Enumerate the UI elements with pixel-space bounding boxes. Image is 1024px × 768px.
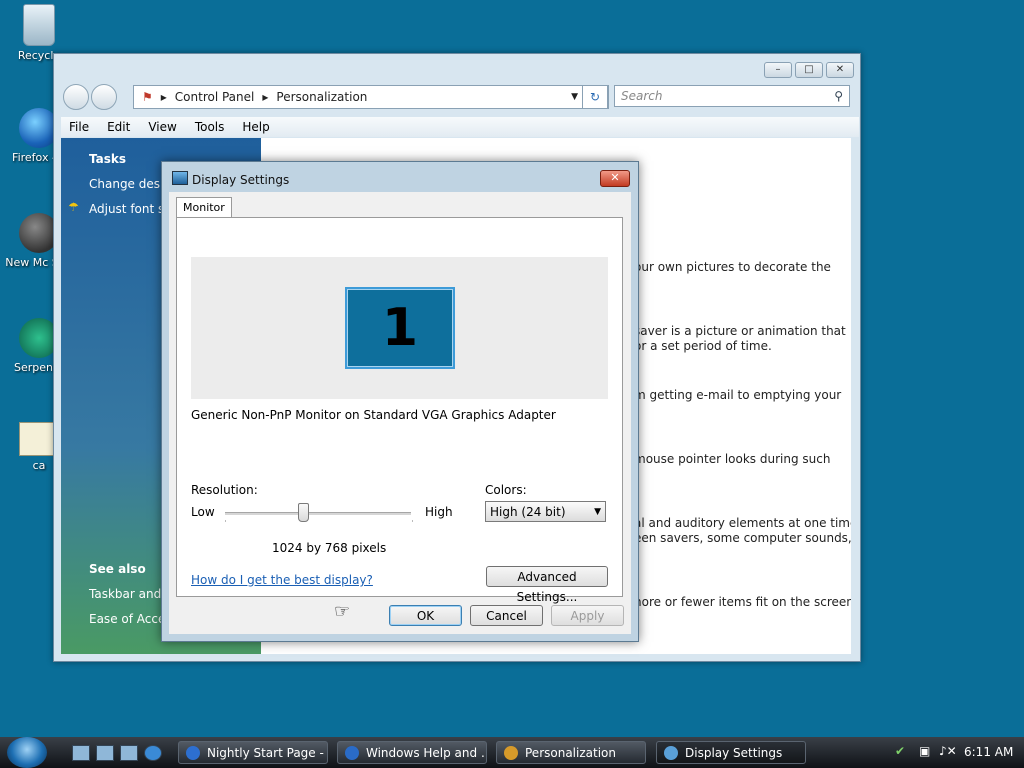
maximize-button[interactable]: □ — [795, 62, 823, 78]
content-text: al and auditory elements at one time — [634, 516, 851, 530]
resolution-slider-thumb[interactable] — [298, 503, 310, 522]
switch-windows-icon[interactable] — [96, 745, 114, 761]
content-text: mouse pointer looks during such — [634, 452, 831, 466]
taskbar-item-nightly[interactable]: Nightly Start Page - ... — [178, 741, 328, 764]
forward-button[interactable] — [91, 84, 117, 110]
resolution-label: Resolution: — [191, 483, 258, 497]
monitor-preview-area: 1 — [191, 257, 608, 399]
address-dropdown-icon[interactable]: ▼ — [571, 92, 578, 102]
content-text: our own pictures to decorate the — [634, 260, 831, 274]
display-icon — [664, 746, 678, 760]
help-link[interactable]: How do I get the best display? — [191, 573, 373, 587]
close-button[interactable]: ✕ — [826, 62, 854, 78]
address-bar[interactable]: ⚑ ▸ Control Panel ▸ Personalization ▼ — [133, 85, 609, 109]
monitor-name: Generic Non-PnP Monitor on Standard VGA … — [191, 408, 556, 422]
monitor-panel: 1 Generic Non-PnP Monitor on Standard VG… — [176, 217, 623, 622]
colors-select[interactable]: High (24 bit) ▼ — [485, 501, 606, 522]
search-placeholder: Search — [621, 89, 663, 103]
taskbar-item-label: Windows Help and ... — [366, 746, 487, 760]
taskbar-item-display-settings[interactable]: Display Settings — [656, 741, 806, 764]
shield-icon: ☂ — [68, 200, 79, 214]
taskbar-item-windows-help[interactable]: Windows Help and ... — [337, 741, 487, 764]
dialog-body: Monitor 1 Generic Non-PnP Monitor on Sta… — [169, 192, 631, 634]
recycle-bin-icon — [23, 4, 55, 46]
menu-file[interactable]: File — [69, 120, 89, 134]
hand-cursor-icon: ☞ — [334, 601, 351, 622]
minimize-button[interactable]: – — [764, 62, 792, 78]
search-icon[interactable]: ⚲ — [834, 89, 843, 103]
apply-button[interactable]: Apply — [551, 605, 624, 626]
window-controls: – □ ✕ — [764, 62, 854, 78]
content-text: saver is a picture or animation that — [634, 324, 846, 338]
resolution-slider-track[interactable] — [225, 512, 411, 515]
dialog-title: Display Settings — [192, 173, 290, 187]
personalization-icon — [504, 746, 518, 760]
taskbar: Nightly Start Page - ... Windows Help an… — [0, 737, 1024, 768]
breadcrumb-separator-icon: ▸ — [160, 90, 167, 104]
ok-button[interactable]: OK — [389, 605, 462, 626]
resolution-value: 1024 by 768 pixels — [272, 541, 387, 555]
search-input[interactable]: Search ⚲ — [614, 85, 850, 107]
tab-monitor[interactable]: Monitor — [176, 197, 232, 218]
help-icon — [345, 746, 359, 760]
resolution-slider-ticks — [225, 520, 413, 522]
monitor-1[interactable]: 1 — [345, 287, 455, 369]
breadcrumb-separator-icon: ▸ — [262, 90, 269, 104]
see-also-ease-of-access[interactable]: Ease of Acces — [89, 612, 172, 626]
firefox-icon — [186, 746, 200, 760]
breadcrumb-personalization[interactable]: Personalization — [276, 90, 367, 104]
content-text: m getting e-mail to emptying your — [634, 388, 842, 402]
start-button[interactable] — [7, 737, 47, 768]
taskbar-item-label: Nightly Start Page - ... — [207, 746, 328, 760]
show-desktop-icon[interactable] — [72, 745, 90, 761]
menu-help[interactable]: Help — [242, 120, 269, 134]
tasks-heading: Tasks — [89, 152, 127, 166]
colors-label: Colors: — [485, 483, 527, 497]
display-settings-icon — [172, 171, 188, 185]
see-also-heading: See also — [89, 562, 146, 576]
display-settings-dialog: Display Settings ✕ Monitor 1 Generic Non… — [161, 161, 639, 642]
taskbar-item-label: Personalization — [525, 746, 616, 760]
dialog-close-button[interactable]: ✕ — [600, 170, 630, 187]
network-icon[interactable]: ✔ — [895, 744, 905, 758]
menu-edit[interactable]: Edit — [107, 120, 130, 134]
system-tray: ✔ ▣ ♪✕ 6:11 AM — [889, 737, 1024, 768]
menu-tools[interactable]: Tools — [195, 120, 225, 134]
ie-quicklaunch-icon[interactable] — [144, 745, 162, 761]
breadcrumb-control-panel[interactable]: Control Panel — [175, 90, 255, 104]
taskbar-item-personalization[interactable]: Personalization — [496, 741, 646, 764]
content-text: een savers, some computer sounds, — [634, 531, 851, 545]
control-panel-icon: ⚑ — [142, 90, 153, 104]
menu-view[interactable]: View — [148, 120, 176, 134]
content-text: or a set period of time. — [634, 339, 772, 353]
monitor-tray-icon[interactable]: ▣ — [919, 744, 930, 758]
taskbar-item-label: Display Settings — [685, 746, 783, 760]
desktop-icon-label: ca — [32, 459, 46, 472]
clock[interactable]: 6:11 AM — [964, 745, 1013, 759]
chevron-down-icon: ▼ — [594, 507, 601, 517]
cancel-button[interactable]: Cancel — [470, 605, 543, 626]
resolution-low-label: Low — [191, 505, 215, 519]
refresh-button[interactable]: ↻ — [582, 85, 608, 109]
task-change-desktop[interactable]: Change deskt — [89, 177, 172, 191]
menu-bar: File Edit View Tools Help — [61, 117, 859, 137]
advanced-settings-button[interactable]: Advanced Settings... — [486, 566, 608, 604]
back-button[interactable] — [63, 84, 89, 110]
resolution-high-label: High — [425, 505, 453, 519]
content-text: nore or fewer items fit on the screen. — [634, 595, 851, 609]
explorer-quicklaunch-icon[interactable] — [120, 745, 138, 761]
colors-select-value: High (24 bit) — [490, 505, 566, 519]
volume-muted-icon[interactable]: ♪✕ — [939, 744, 957, 758]
